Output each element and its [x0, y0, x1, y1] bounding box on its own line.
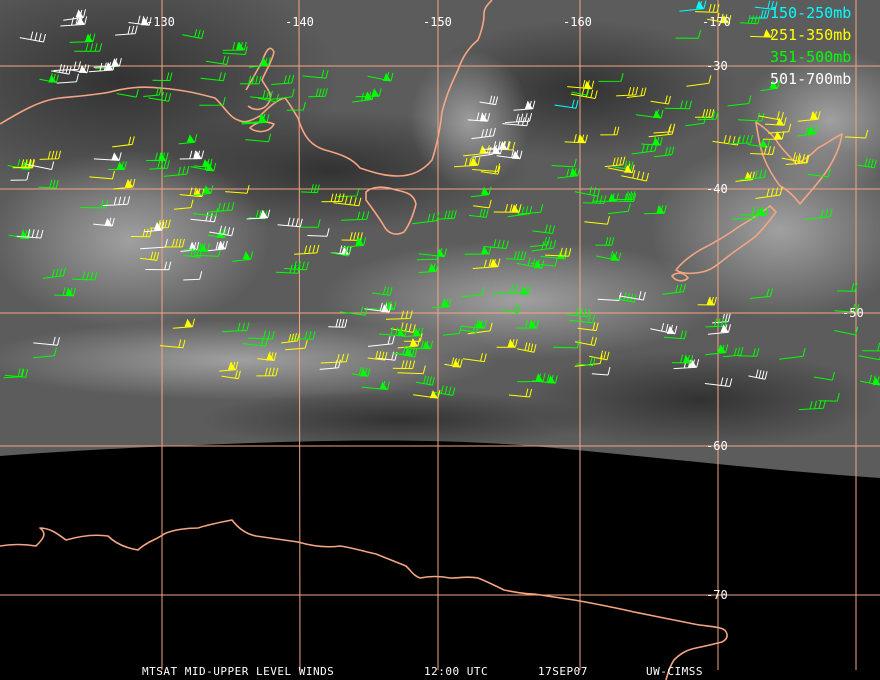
lat-label-70: -70 — [706, 588, 728, 602]
legend-351-500: 351-500mb — [770, 48, 851, 66]
footer-date: 17SEP07 — [538, 665, 588, 678]
lon-label-150: -150 — [423, 15, 452, 29]
footer-caption: MTSAT MID-UPPER LEVEL WINDS 12:00 UTC 17… — [142, 665, 703, 678]
lat-label-60: -60 — [706, 439, 728, 453]
water-vapor-imagery — [0, 0, 880, 478]
legend-501-700: 501-700mb — [770, 70, 851, 88]
footer-time: 12:00 UTC — [424, 665, 488, 678]
lon-label-140: -140 — [285, 15, 314, 29]
footer-product: MTSAT MID-UPPER LEVEL WINDS — [142, 665, 334, 678]
lat-label-30: -30 — [706, 59, 728, 73]
satellite-wind-map: -130 -140 -150 -160 -170 -30 -40 -50 -60… — [0, 0, 880, 680]
antarctica-coast — [0, 519, 728, 680]
map-canvas: -130 -140 -150 -160 -170 -30 -40 -50 -60… — [0, 0, 880, 680]
footer-source: UW-CIMSS — [646, 665, 703, 678]
lon-label-130: -130 — [146, 15, 175, 29]
lon-label-170: -170 — [702, 15, 731, 29]
lat-label-40: -40 — [706, 182, 728, 196]
lat-label-50: -50 — [842, 306, 864, 320]
legend-251-350: 251-350mb — [770, 26, 851, 44]
lon-label-160: -160 — [563, 15, 592, 29]
legend-150-250: 150-250mb — [770, 4, 851, 22]
